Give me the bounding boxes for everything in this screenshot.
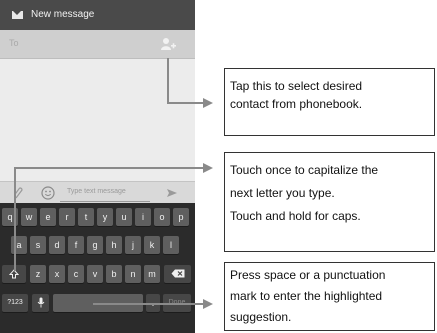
symbols-key[interactable]: ?123	[2, 294, 28, 312]
backspace-key[interactable]	[164, 265, 191, 283]
to-field[interactable]: To	[9, 38, 19, 48]
annotation-line: Tap this to select desired	[230, 79, 363, 93]
annotation-line: Press space or a punctuation	[230, 268, 386, 282]
add-contact-icon[interactable]	[160, 36, 176, 52]
key-i[interactable]: i	[135, 208, 151, 226]
smiley-icon[interactable]	[41, 186, 55, 200]
envelope-icon	[12, 11, 23, 19]
key-h[interactable]: h	[106, 236, 122, 254]
annotation-line: suggestion.	[230, 310, 292, 324]
annotation-line: Touch and hold for caps.	[230, 209, 361, 223]
arrow-icon	[203, 98, 213, 108]
key-z[interactable]: z	[30, 265, 46, 283]
message-placeholder: Type text message	[67, 188, 126, 195]
key-v[interactable]: v	[87, 265, 103, 283]
key-m[interactable]: m	[144, 265, 160, 283]
connector-line	[14, 167, 205, 169]
recipient-bar: To	[0, 30, 195, 59]
annotation-line: contact from phonebook.	[230, 97, 363, 111]
microphone-icon	[37, 297, 44, 308]
key-g[interactable]: g	[87, 236, 103, 254]
annotation-space: Press space or a punctuation mark to ent…	[224, 262, 435, 331]
annotation-contact: Tap this to select desired contact from …	[224, 68, 435, 136]
message-area	[0, 59, 195, 181]
compose-bar: Type text message	[0, 181, 195, 204]
key-l[interactable]: l	[163, 236, 179, 254]
keyboard: q w e r t y u i o p a s d f g h j k l z …	[0, 203, 195, 333]
mic-key[interactable]	[32, 294, 49, 312]
title-bar: New message	[0, 0, 195, 30]
connector-line	[167, 102, 205, 104]
key-r[interactable]: r	[59, 208, 75, 226]
key-s[interactable]: s	[30, 236, 46, 254]
key-b[interactable]: b	[106, 265, 122, 283]
key-n[interactable]: n	[125, 265, 141, 283]
key-e[interactable]: e	[40, 208, 56, 226]
arrow-icon	[203, 163, 213, 173]
key-t[interactable]: t	[78, 208, 94, 226]
key-k[interactable]: k	[144, 236, 160, 254]
key-w[interactable]: w	[21, 208, 37, 226]
key-f[interactable]: f	[68, 236, 84, 254]
message-input[interactable]: Type text message	[60, 184, 150, 202]
connector-line	[14, 167, 16, 271]
key-p[interactable]: p	[173, 208, 189, 226]
backspace-icon	[171, 269, 184, 278]
key-u[interactable]: u	[116, 208, 132, 226]
connector-line	[167, 58, 169, 103]
key-d[interactable]: d	[49, 236, 65, 254]
annotation-caps: Touch once to capitalize the next letter…	[224, 152, 435, 252]
annotation-line: Touch once to capitalize the	[230, 163, 379, 177]
key-c[interactable]: c	[68, 265, 84, 283]
screen-title: New message	[31, 9, 95, 20]
annotation-line: mark to enter the highlighted	[230, 289, 383, 303]
send-icon[interactable]	[166, 187, 178, 199]
key-j[interactable]: j	[125, 236, 141, 254]
key-y[interactable]: y	[97, 208, 113, 226]
annotation-line: next letter you type.	[230, 186, 335, 200]
key-x[interactable]: x	[49, 265, 65, 283]
key-o[interactable]: o	[154, 208, 170, 226]
connector-line	[93, 303, 205, 305]
arrow-icon	[203, 299, 213, 309]
